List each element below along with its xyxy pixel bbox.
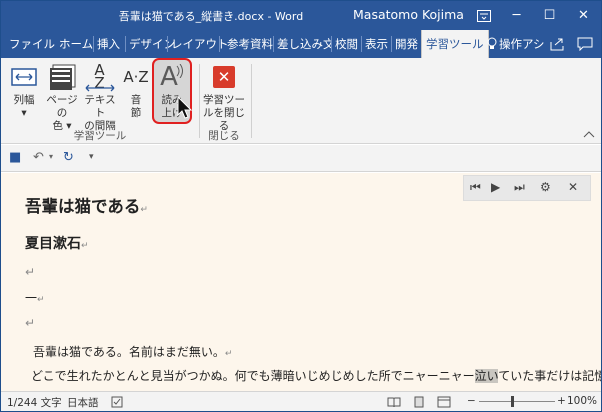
column-width-icon [7, 60, 41, 94]
ribbon: 列幅 ▾ ページの 色 ▾ A Z テキスト の間隔 A·Z 音 節 A 読み … [1, 58, 601, 144]
close-learning-tools-icon: ✕ [201, 60, 247, 94]
tell-me-label: 操作アシ [499, 37, 545, 51]
zoom-out-button[interactable]: − [467, 395, 476, 407]
tell-me-box[interactable]: 操作アシ [483, 30, 549, 58]
lightbulb-icon [487, 37, 497, 49]
ribbon-display-icon [476, 9, 491, 22]
body-line-1: 吾輩は猫である。名前はまだ無い。↵ [33, 345, 233, 359]
zoom-in-button[interactable]: + [557, 395, 566, 407]
group-learning-tools-label: 学習ツール [73, 130, 127, 142]
tab-file[interactable]: ファイル [5, 30, 59, 58]
body-line-2: どこで生れたかとんと見当がつかぬ。何でも薄暗いじめじめした所でニャーニャー泣いて… [31, 369, 601, 383]
mouse-cursor-icon [177, 96, 193, 119]
title-bar: 吾輩は猫である_縦書き.docx - Word Masatomo Kojima … [1, 1, 601, 30]
column-width-button[interactable]: 列幅 ▾ [7, 60, 41, 120]
group-close-label: 閉じる [208, 130, 240, 142]
column-width-label: 列幅 [13, 94, 35, 106]
zoom-slider[interactable] [479, 401, 555, 402]
tab-view[interactable]: 表示 [361, 30, 392, 58]
read-aloud-icon: A [154, 60, 190, 94]
zoom-slider-thumb[interactable] [511, 396, 514, 407]
page-color-label: ページの [46, 94, 78, 119]
tab-home[interactable]: ホーム [55, 30, 97, 58]
paragraph-mark: ↵ [140, 205, 148, 215]
undo-icon[interactable]: ↶ [33, 150, 44, 165]
text-spacing-icon: A Z [81, 60, 119, 94]
dash-line: 一↵ [25, 291, 45, 305]
previous-paragraph-icon[interactable]: ⏮ [470, 180, 481, 195]
language-indicator[interactable]: 日本語 [67, 395, 99, 410]
empty-paragraph-mark: ↵ [25, 265, 36, 279]
tab-review[interactable]: 校閲 [331, 30, 362, 58]
page-color-button[interactable]: ページの 色 ▾ [43, 60, 81, 133]
print-layout-icon[interactable] [413, 396, 425, 408]
close-learning-tools-button[interactable]: ✕ 学習ツー ルを閉じる [201, 60, 247, 133]
paragraph-mark: ↵ [81, 241, 89, 251]
web-layout-icon[interactable] [437, 396, 451, 408]
minimize-button[interactable]: ─ [500, 1, 533, 30]
tab-developer[interactable]: 開発 [391, 30, 422, 58]
column-width-dropdown: ▾ [21, 107, 27, 119]
tab-learning-tools[interactable]: 学習ツール [421, 30, 489, 58]
document-area[interactable]: ⏮ ▶ ⏭ ⚙ ✕ 吾輩は猫である↵ 夏目漱石↵ ↵ 一↵ ↵ 吾輩は猫である。… [1, 173, 601, 391]
empty-paragraph-mark: ↵ [25, 316, 36, 330]
quick-access-toolbar: ■ ↶ ▾ ↻ ▾ [1, 145, 601, 172]
share-icon [550, 38, 564, 51]
tab-insert[interactable]: 挿入 [93, 30, 124, 58]
document-title: 吾輩は猫である↵ [25, 197, 148, 216]
user-name[interactable]: Masatomo Kojima [353, 7, 464, 22]
read-aloud-highlight: 泣い [474, 369, 499, 383]
syllables-label-2: 節 [130, 107, 142, 119]
syllables-label: 音 [130, 94, 142, 106]
play-icon[interactable]: ▶ [491, 180, 500, 194]
text-spacing-label: テキスト [84, 94, 116, 119]
tab-divider [219, 36, 220, 52]
read-aloud-toolbar: ⏮ ▶ ⏭ ⚙ ✕ [463, 175, 591, 201]
tab-mailings[interactable]: 差し込み文書 [273, 30, 331, 58]
ribbon-tabs: ファイル ホーム 挿入 デザイン レイアウト 参考資料 差し込み文書 校閲 表示… [1, 30, 601, 58]
save-icon[interactable]: ■ [9, 150, 21, 165]
redo-icon[interactable]: ↻ [63, 150, 74, 165]
syllables-icon: A·Z [123, 67, 149, 86]
group-divider [251, 64, 252, 138]
text-spacing-button[interactable]: A Z テキスト の間隔 [81, 60, 119, 133]
close-learning-tools-label: 学習ツー [203, 94, 245, 106]
tab-references[interactable]: 参考資料 [223, 30, 277, 58]
proofing-icon[interactable] [111, 396, 123, 408]
undo-dropdown-icon[interactable]: ▾ [49, 152, 53, 161]
next-paragraph-icon[interactable]: ⏭ [514, 180, 525, 195]
voice-settings-icon[interactable]: ⚙ [540, 180, 551, 194]
read-mode-icon[interactable] [387, 396, 401, 408]
status-bar: 1/244 文字 日本語 − + 100% [1, 391, 601, 411]
comment-icon [577, 37, 593, 52]
syllables-button[interactable]: A·Z 音 節 [121, 60, 151, 120]
share-button[interactable] [545, 30, 569, 58]
collapse-ribbon-icon[interactable] [583, 130, 595, 138]
group-divider [199, 64, 200, 138]
ribbon-display-options-button[interactable] [467, 1, 500, 30]
zoom-level[interactable]: 100% [567, 395, 597, 407]
customize-qat-icon[interactable]: ▾ [89, 152, 94, 162]
close-read-aloud-icon[interactable]: ✕ [568, 180, 578, 194]
document-author: 夏目漱石↵ [25, 236, 89, 252]
comments-button[interactable] [573, 30, 597, 58]
page-color-icon [43, 60, 81, 94]
word-count[interactable]: 1/244 文字 [7, 395, 62, 410]
word-window: 吾輩は猫である_縦書き.docx - Word Masatomo Kojima … [0, 0, 602, 412]
close-window-button[interactable]: ✕ [567, 1, 600, 30]
maximize-button[interactable]: ☐ [533, 1, 566, 30]
